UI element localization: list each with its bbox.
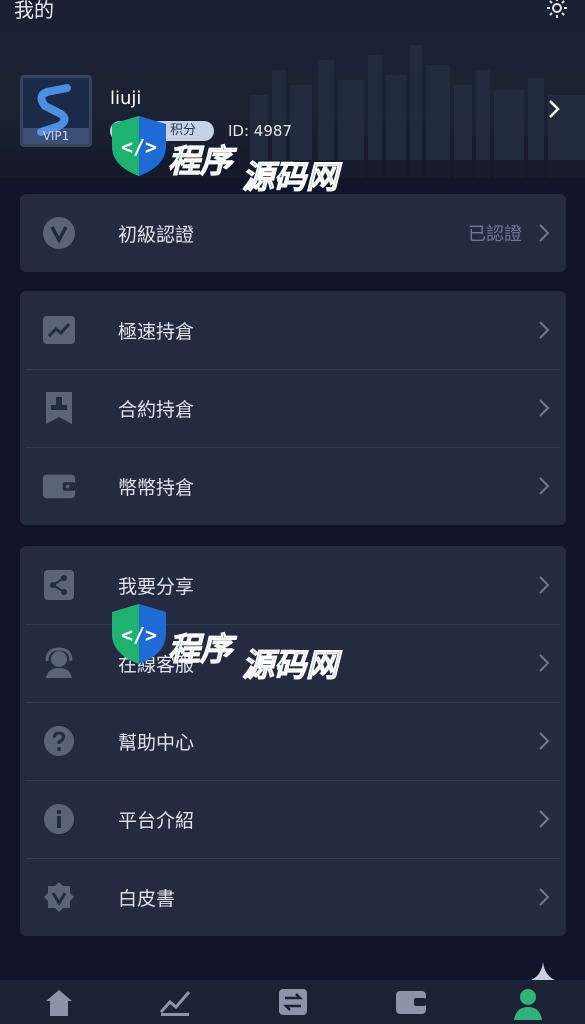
- chevron-right-icon: [539, 399, 550, 417]
- stamp-icon: [46, 392, 72, 424]
- tab-home[interactable]: 首頁: [39, 988, 79, 1024]
- home-icon: [46, 990, 72, 1016]
- support-card: 我要分享 在線客服 幫助中心 平台介紹 白皮書: [20, 546, 566, 936]
- support-row-about[interactable]: 平台介紹: [20, 780, 566, 858]
- gear-icon: [547, 0, 567, 18]
- swap-icon: [279, 989, 307, 1015]
- wallet-icon: [396, 991, 426, 1014]
- vip-tag: VIP1: [23, 128, 89, 144]
- username: liuji: [110, 88, 142, 109]
- chevron-right-icon: [539, 732, 550, 750]
- support-row-share[interactable]: 我要分享: [20, 546, 566, 624]
- chevron-right-icon: [539, 477, 550, 495]
- position-row-contract[interactable]: 合約持倉: [20, 369, 566, 447]
- support-row-customer-service[interactable]: 在線客服: [20, 624, 566, 702]
- share-icon: [44, 570, 74, 600]
- verification-status: 已認證: [468, 224, 522, 245]
- verified-v-icon: [43, 217, 75, 249]
- chevron-right-icon: [549, 100, 560, 118]
- verification-label: 初級認證: [118, 223, 195, 246]
- support-row-whitepaper[interactable]: 白皮書: [20, 858, 566, 936]
- chevron-right-icon: [539, 576, 550, 594]
- position-label: 極速持倉: [118, 320, 195, 343]
- position-row-speed[interactable]: 極速持倉: [20, 291, 566, 369]
- points-badge: 积分 100: [110, 121, 214, 158]
- tab-trade[interactable]: 交易: [273, 988, 313, 1024]
- position-label: 合約持倉: [118, 398, 195, 421]
- support-row-help[interactable]: 幫助中心: [20, 702, 566, 780]
- bottom-tab-bar: 首頁 行情 交易 資產 我的: [0, 980, 585, 1024]
- position-label: 幣幣持倉: [118, 476, 195, 499]
- chart-icon: [43, 316, 75, 344]
- page-title: 我的: [14, 0, 54, 22]
- settings-button[interactable]: [543, 0, 571, 22]
- profile-detail-button[interactable]: [547, 98, 561, 124]
- tab-assets[interactable]: 資產: [391, 988, 431, 1024]
- verification-icon-wrap: [42, 216, 76, 250]
- support-label: 我要分享: [118, 575, 195, 598]
- support-label: 白皮書: [118, 887, 176, 910]
- position-row-spot[interactable]: 幣幣持倉: [20, 447, 566, 525]
- chevron-right-icon: [539, 321, 550, 339]
- support-label: 平台介紹: [118, 809, 195, 832]
- customer-service-icon: [45, 647, 73, 678]
- info-icon: [44, 804, 74, 834]
- user-id: ID: 4987: [228, 122, 292, 140]
- verification-card: 初級認證 已認證: [20, 194, 566, 272]
- avatar[interactable]: VIP1: [20, 75, 92, 147]
- profile-header: 我的 VIP1 liuji 积分 100 ID: 4987: [0, 0, 585, 178]
- chevron-right-icon: [539, 888, 550, 906]
- tab-market[interactable]: 行情: [155, 988, 195, 1024]
- chevron-right-icon: [539, 224, 550, 242]
- user-icon: [514, 989, 542, 1020]
- wallet-icon: [42, 474, 76, 499]
- support-label: 在線客服: [118, 653, 195, 676]
- positions-card: 極速持倉 合約持倉 幣幣持倉: [20, 291, 566, 525]
- chart-icon: [159, 991, 191, 1016]
- tab-mine[interactable]: 我的: [508, 988, 548, 1024]
- verification-row[interactable]: 初級認證 已認證: [20, 194, 566, 272]
- support-label: 幫助中心: [118, 731, 195, 754]
- help-icon: [44, 726, 74, 756]
- chevron-right-icon: [539, 810, 550, 828]
- chevron-right-icon: [539, 654, 550, 672]
- badge-icon: [44, 882, 74, 912]
